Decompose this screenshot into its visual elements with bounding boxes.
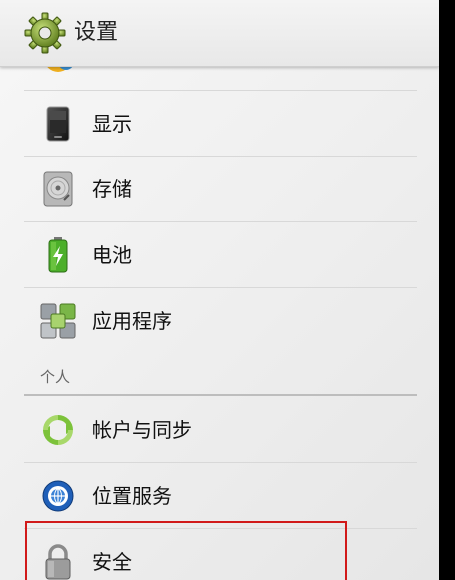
settings-item-location[interactable]: 位置服务 [24, 464, 417, 529]
settings-item-battery[interactable]: 电池 [24, 223, 417, 288]
display-phone-icon [40, 106, 76, 142]
settings-item-label: 位置服务 [92, 484, 172, 508]
settings-gear-icon[interactable] [24, 12, 66, 54]
settings-item-label: 显示 [92, 112, 132, 136]
settings-item-label: 存储 [92, 177, 132, 201]
section-header-label: 个人 [40, 368, 71, 386]
action-bar: 设置 [0, 0, 439, 67]
storage-disk-icon [40, 171, 76, 207]
settings-item-storage[interactable]: 存储 [24, 157, 417, 222]
sync-arrows-icon [40, 412, 76, 448]
highlight-box [25, 521, 347, 580]
settings-item-label: 应用程序 [92, 309, 172, 333]
location-globe-icon [40, 478, 76, 514]
settings-item-apps[interactable]: 应用程序 [24, 289, 417, 353]
settings-item-accounts-sync[interactable]: 帐户与同步 [24, 398, 417, 463]
section-header-personal: 个人 [24, 362, 417, 396]
settings-item-label: 帐户与同步 [92, 418, 192, 442]
settings-item-display[interactable]: 显示 [24, 92, 417, 157]
page-title: 设置 [74, 20, 119, 45]
battery-icon [40, 237, 76, 273]
settings-screen: 情景模式 显示 [0, 0, 439, 580]
apps-grid-icon [40, 303, 76, 339]
screen-edge [439, 0, 455, 580]
settings-item-label: 电池 [92, 243, 132, 267]
